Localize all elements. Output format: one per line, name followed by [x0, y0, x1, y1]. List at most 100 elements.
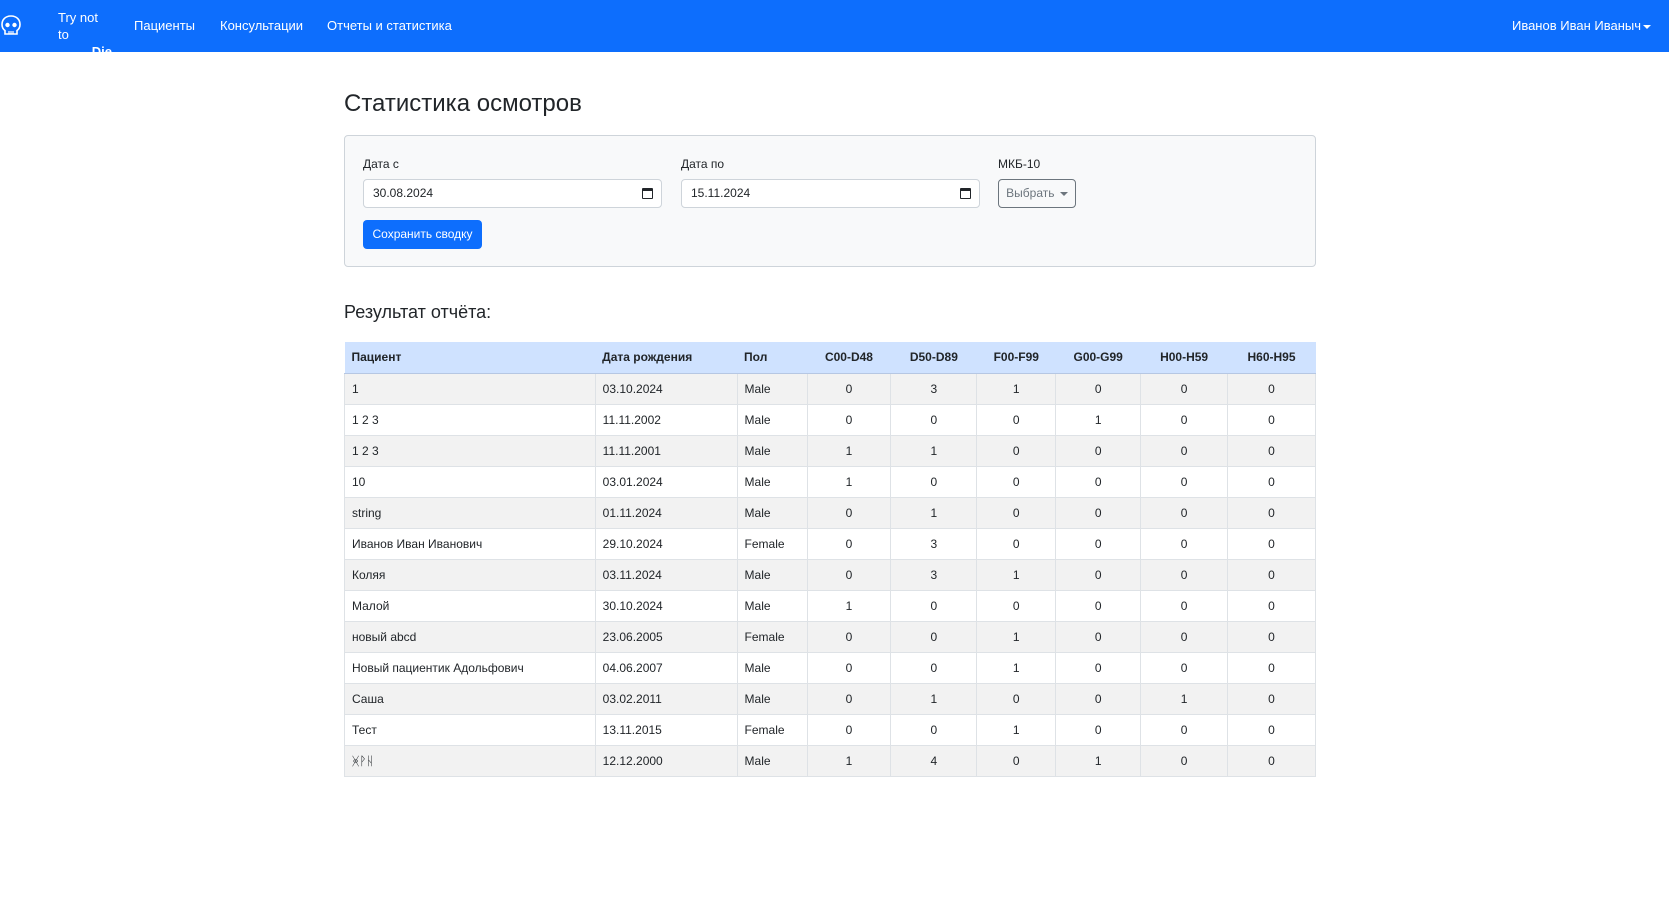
table-cell: 0: [1140, 652, 1229, 684]
brand-line-2: Die: [91, 44, 112, 59]
table-cell: 1: [976, 621, 1057, 653]
skull-icon[interactable]: [0, 14, 22, 38]
table-cell: 1: [806, 745, 892, 777]
table-cell: ᚸᚹᚺ: [344, 745, 596, 777]
table-cell: 0: [1055, 683, 1142, 715]
calendar-icon[interactable]: [642, 188, 653, 199]
table-cell: Малой: [344, 590, 596, 622]
top-navbar: Try not to Die Пациенты Консультации Отч…: [0, 0, 1669, 59]
table-cell: Male: [736, 559, 808, 591]
nav-link-patients[interactable]: Пациенты: [134, 18, 195, 33]
table-cell: 0: [1055, 466, 1142, 498]
table-cell: 03.10.2024: [594, 373, 738, 405]
table-cell: 13.11.2015: [594, 714, 738, 746]
table-cell: 0: [1227, 404, 1316, 436]
column-header: H00-H59: [1140, 342, 1228, 374]
table-cell: 0: [1055, 652, 1142, 684]
date-to-value: 15.11.2024: [691, 186, 751, 200]
column-header: G00-G99: [1055, 342, 1141, 374]
icd-label: МКБ-10: [998, 157, 1041, 171]
table-cell: Female: [736, 714, 808, 746]
table-cell: 1: [1055, 745, 1142, 777]
table-cell: 1: [806, 590, 892, 622]
table-cell: 0: [1055, 373, 1142, 405]
user-menu-dropdown[interactable]: Иванов Иван Иваныч: [1512, 18, 1651, 33]
table-cell: 1: [976, 652, 1057, 684]
table-cell: 11.11.2002: [594, 404, 738, 436]
table-header-row: Пациент Дата рождения Пол C00-D48 D50-D89 F00…: [344, 342, 1316, 374]
icd-select-button[interactable]: Выбрать: [998, 179, 1076, 208]
table-cell: 0: [976, 404, 1057, 436]
table-cell: 0: [1227, 528, 1316, 560]
table-cell: 0: [806, 714, 892, 746]
table-cell: string: [344, 497, 596, 529]
table-cell: 30.10.2024: [594, 590, 738, 622]
table-cell: Male: [736, 745, 808, 777]
table-cell: Новый пациентик Адольфович: [344, 652, 596, 684]
table-cell: Иванов Иван Иванович: [344, 528, 596, 560]
save-summary-button[interactable]: Сохранить сводку: [363, 220, 482, 249]
column-header: F00-F99: [976, 342, 1056, 374]
column-header: D50-D89: [890, 342, 977, 374]
table-cell: 1: [344, 373, 596, 405]
table-cell: 0: [1140, 714, 1229, 746]
table-cell: 0: [1140, 497, 1229, 529]
table-cell: 0: [1227, 466, 1316, 498]
table-cell: 1: [890, 683, 978, 715]
table-row: Иванов Иван Иванович 29.10.2024 Female 0 3 0 0…: [344, 528, 1316, 560]
table-cell: 0: [976, 528, 1057, 560]
column-header: Пол: [737, 342, 807, 374]
table-cell: 0: [1140, 745, 1229, 777]
table-cell: 0: [1055, 435, 1142, 467]
table-cell: 0: [1140, 373, 1229, 405]
table-cell: 0: [806, 559, 892, 591]
table-cell: 0: [890, 621, 978, 653]
calendar-icon[interactable]: [960, 188, 971, 199]
table-row: ᚸᚹᚺ 12.12.2000 Male 1 4 0 1 0 0: [344, 745, 1316, 777]
table-cell: 23.06.2005: [594, 621, 738, 653]
table-cell: 0: [1140, 528, 1229, 560]
table-cell: 3: [890, 528, 978, 560]
icd-select-label: Выбрать: [1006, 186, 1055, 200]
table-cell: Male: [736, 373, 808, 405]
table-cell: 0: [976, 435, 1057, 467]
table-cell: 0: [976, 466, 1057, 498]
table-cell: 1 2 3: [344, 404, 596, 436]
table-cell: 0: [1227, 621, 1316, 653]
table-cell: 0: [1227, 435, 1316, 467]
table-cell: 0: [976, 745, 1057, 777]
table-body: 1 03.10.2024 Male 0 3 1 0 0 0 1 2 3 11.11.2002 Male…: [344, 373, 1316, 777]
chevron-down-icon: [1643, 24, 1651, 29]
table-row: 10 03.01.2024 Male 1 0 0 0 0 0: [344, 466, 1316, 498]
table-cell: 03.01.2024: [594, 466, 738, 498]
table-cell: 0: [1055, 559, 1142, 591]
table-cell: 0: [1227, 590, 1316, 622]
table-cell: 0: [976, 683, 1057, 715]
table-cell: 0: [1227, 683, 1316, 715]
table-cell: 0: [806, 528, 892, 560]
date-from-input[interactable]: 30.08.2024: [363, 179, 662, 208]
table-row: 1 2 3 11.11.2002 Male 0 0 0 1 0 0: [344, 404, 1316, 436]
table-cell: 04.06.2007: [594, 652, 738, 684]
table-cell: Саша: [344, 683, 596, 715]
table-cell: 0: [890, 714, 978, 746]
table-cell: 12.12.2000: [594, 745, 738, 777]
date-to-input[interactable]: 15.11.2024: [681, 179, 980, 208]
table-cell: 0: [1140, 466, 1229, 498]
table-cell: 1: [806, 435, 892, 467]
table-cell: 0: [1140, 435, 1229, 467]
brand-line-1: Try not to: [58, 10, 98, 42]
table-cell: Male: [736, 590, 808, 622]
table-cell: 1: [976, 714, 1057, 746]
table-cell: Male: [736, 497, 808, 529]
table-cell: 0: [806, 621, 892, 653]
table-row: Саша 03.02.2011 Male 0 1 0 0 1 0: [344, 683, 1316, 715]
report-result-title: Результат отчёта:: [344, 302, 492, 322]
nav-link-reports[interactable]: Отчеты и статистика: [327, 18, 452, 33]
table-cell: 3: [890, 559, 978, 591]
brand-name[interactable]: Try not to Die: [58, 9, 112, 60]
table-cell: 0: [1227, 559, 1316, 591]
table-cell: Male: [736, 435, 808, 467]
nav-link-consultations[interactable]: Консультации: [220, 18, 303, 33]
table-cell: Male: [736, 683, 808, 715]
